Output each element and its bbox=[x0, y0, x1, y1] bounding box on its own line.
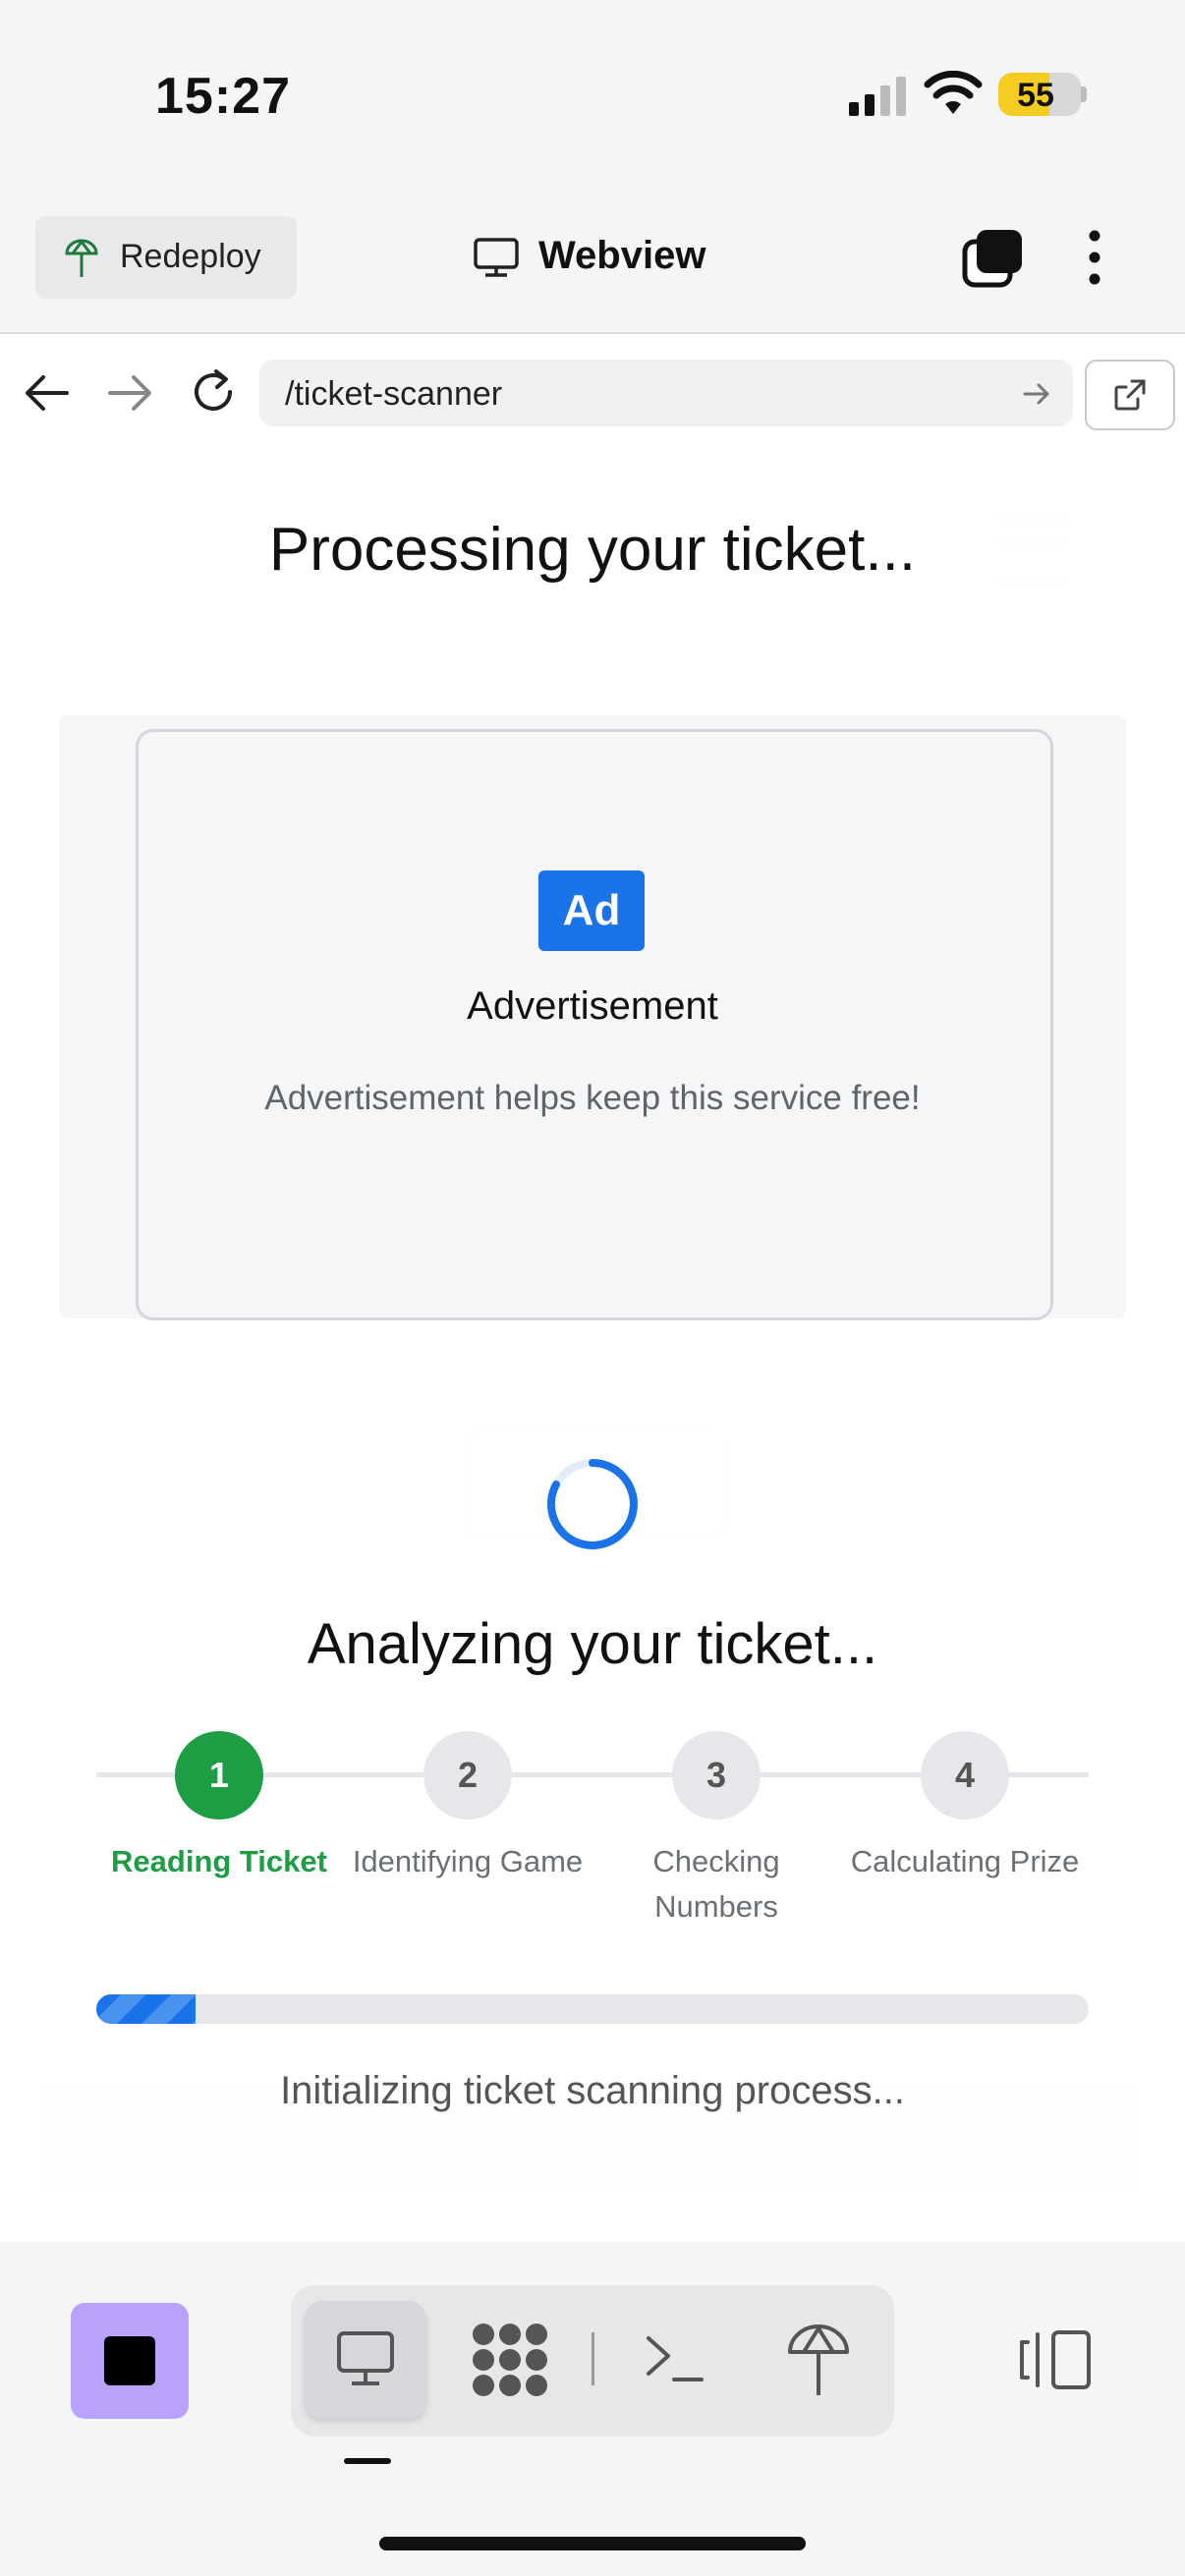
stop-icon bbox=[104, 2336, 155, 2385]
redeploy-label: Redeploy bbox=[120, 238, 261, 275]
webview-title: Webview bbox=[474, 234, 729, 283]
step-2-label: Identifying Game bbox=[352, 1844, 584, 1878]
signal-icon bbox=[849, 77, 906, 116]
step-2-circle: 2 bbox=[423, 1731, 512, 1820]
webview-title-text: Webview bbox=[538, 234, 706, 277]
monitor-icon bbox=[474, 238, 519, 277]
home-indicator bbox=[379, 2537, 806, 2550]
battery-icon: 55 bbox=[998, 73, 1081, 116]
battery-level: 55 bbox=[1017, 77, 1054, 114]
processing-title: Processing your ticket... bbox=[268, 516, 917, 584]
back-arrow-icon[interactable] bbox=[24, 371, 71, 415]
open-external-button[interactable] bbox=[1085, 360, 1175, 430]
active-tab-indicator bbox=[344, 2458, 391, 2464]
url-input[interactable]: /ticket-scanner bbox=[259, 360, 1073, 426]
ad-title: Advertisement bbox=[467, 984, 718, 1028]
step-4-label: Calculating Prize bbox=[850, 1844, 1080, 1878]
dots-grid-icon[interactable] bbox=[470, 2323, 550, 2397]
ad-icon: Ad bbox=[538, 870, 645, 951]
redeploy-button[interactable]: Redeploy bbox=[35, 216, 297, 299]
terminal-icon[interactable] bbox=[645, 2330, 705, 2385]
reload-icon[interactable] bbox=[189, 367, 238, 417]
webview-content: Processing your ticket... Ad Advertiseme… bbox=[0, 454, 1185, 2242]
progress-status-text: Initializing ticket scanning process... bbox=[280, 2069, 905, 2112]
forward-arrow-icon[interactable] bbox=[106, 371, 153, 415]
wifi-icon bbox=[924, 71, 983, 114]
progress-bar bbox=[96, 1994, 1089, 2024]
battery-nub bbox=[1081, 86, 1087, 102]
step-1-circle: 1 bbox=[175, 1731, 263, 1820]
external-link-icon bbox=[1114, 379, 1146, 411]
webview-mode-button[interactable] bbox=[305, 2301, 426, 2419]
status-time: 15:27 bbox=[155, 68, 291, 125]
monitor-icon bbox=[337, 2331, 394, 2385]
deploy-tree-icon bbox=[65, 239, 98, 277]
analyzing-title: Analyzing your ticket... bbox=[307, 1612, 878, 1676]
url-path: /ticket-scanner bbox=[285, 375, 503, 413]
switcher-divider bbox=[592, 2332, 594, 2385]
tabs-icon[interactable] bbox=[961, 228, 1024, 289]
step-4-circle: 4 bbox=[921, 1731, 1009, 1820]
ad-description: Advertisement helps keep this service fr… bbox=[264, 1079, 921, 1117]
step-3-label: Checking Numbers bbox=[652, 1844, 780, 1924]
split-view-icon[interactable] bbox=[1018, 2328, 1093, 2391]
more-vertical-icon[interactable] bbox=[1077, 228, 1112, 287]
progress-fill bbox=[96, 1994, 196, 2024]
go-arrow-icon[interactable] bbox=[1022, 379, 1051, 409]
step-3-circle: 3 bbox=[672, 1731, 761, 1820]
deploy-tree-icon[interactable] bbox=[786, 2323, 851, 2397]
step-1-label: Reading Ticket bbox=[111, 1844, 327, 1878]
stop-button[interactable] bbox=[71, 2303, 189, 2419]
spinner-icon bbox=[546, 1459, 638, 1549]
